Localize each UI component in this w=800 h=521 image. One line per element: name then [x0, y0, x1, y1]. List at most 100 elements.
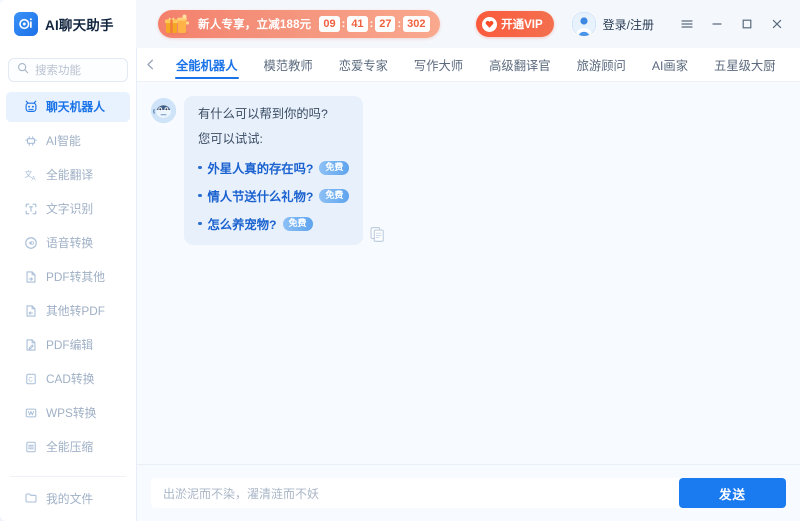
suggestion-list: 外星人真的存在吗? 免费 情人节送什么礼物? 免费 怎么养宠物? 免费 [198, 159, 350, 233]
sidebar-item-label: AI智能 [46, 134, 81, 149]
app-window: AI聊天助手 新人专享，立减188元 09: 41: 27: 302 开通… [0, 0, 800, 521]
minimize-icon[interactable] [704, 11, 730, 37]
tab-label: 模范教师 [263, 58, 313, 73]
tabs: 全能机器人 模范教师 恋爱专家 写作大师 高级翻译官 旅游顾问 AI画家 五星级… [163, 48, 800, 81]
close-icon[interactable] [764, 11, 790, 37]
tab-model-teacher[interactable]: 模范教师 [251, 48, 326, 81]
gift-box-icon [162, 10, 192, 36]
message-line-2: 您可以试试: [198, 132, 263, 147]
tab-writing-master[interactable]: 写作大师 [401, 48, 476, 81]
message-input-placeholder: 出淤泥而不染，濯清涟而不妖 [163, 486, 320, 501]
pdf-out-icon [23, 269, 38, 284]
suggestion-item[interactable]: 外星人真的存在吗? 免费 [198, 159, 350, 177]
account-label: 登录/注册 [602, 17, 654, 32]
open-vip-label: 开通VIP [501, 19, 543, 31]
tab-ai-drawing[interactable]: AI绘 [789, 48, 800, 81]
sidebar-item-translate[interactable]: 文 A 全能翻译 [6, 160, 130, 190]
sidebar-item-label: 语音转换 [46, 236, 94, 251]
sidebar-item-label: 全能压缩 [46, 440, 94, 455]
sidebar: 搜索功能 聊天机器人 AI智能 文 A 全能翻译 文字识别 语音转换 PDF转其… [0, 48, 136, 521]
ocr-scan-icon [23, 201, 38, 216]
chat-area: 有什么可以帮到你的吗? 您可以试试: 外星人真的存在吗? 免费 情人节送什么礼物… [137, 82, 800, 464]
sidebar-item-other-to-pdf[interactable]: 其他转PDF [6, 296, 130, 326]
countdown-sep-3: : [397, 18, 402, 30]
sidebar-item-label: PDF编辑 [46, 338, 94, 353]
sidebar-item-my-files[interactable]: 我的文件 [6, 483, 130, 513]
tab-label: 写作大师 [413, 58, 464, 73]
message-row: 有什么可以帮到你的吗? 您可以试试: 外星人真的存在吗? 免费 情人节送什么礼物… [151, 96, 800, 245]
sidebar-item-chatbot[interactable]: 聊天机器人 [6, 91, 130, 122]
sidebar-item-label: 文字识别 [46, 202, 94, 217]
sidebar-item-label: CAD转换 [46, 372, 95, 387]
translate-icon: 文 A [23, 167, 38, 182]
tab-label: 高级翻译官 [489, 58, 551, 73]
sidebar-item-life-recognition[interactable]: 生活识别 [6, 466, 130, 470]
search-input[interactable]: 搜索功能 [8, 58, 128, 82]
sidebar-item-ai[interactable]: AI智能 [6, 126, 130, 156]
suggestion-label: 怎么养宠物? [207, 217, 277, 232]
tab-label: 全能机器人 [176, 58, 238, 73]
sidebar-item-ocr[interactable]: 文字识别 [6, 194, 130, 224]
chevron-left-icon[interactable] [137, 48, 163, 81]
tab-bar: 全能机器人 模范教师 恋爱专家 写作大师 高级翻译官 旅游顾问 AI画家 五星级… [137, 48, 800, 82]
suggestion-item[interactable]: 怎么养宠物? 免费 [198, 215, 349, 233]
brand: AI聊天助手 [0, 0, 136, 48]
suggestion-item[interactable]: 情人节送什么礼物? 免费 [198, 187, 350, 205]
free-badge: 免费 [319, 160, 350, 175]
sidebar-divider [10, 476, 126, 477]
sidebar-nav: 聊天机器人 AI智能 文 A 全能翻译 文字识别 语音转换 PDF转其他 其他转… [0, 91, 136, 470]
menu-icon[interactable] [674, 11, 700, 37]
sidebar-item-label: 全能翻译 [46, 168, 94, 183]
suggestion-label: 情人节送什么礼物? [207, 189, 314, 204]
voice-icon [23, 235, 38, 250]
free-badge: 免费 [282, 216, 313, 231]
ai-chip-icon [23, 133, 38, 148]
countdown-sep-2: : [369, 18, 374, 30]
bullet-dot-icon [198, 221, 202, 226]
heart-diamond-icon [482, 16, 498, 32]
countdown-millis: 302 [403, 15, 430, 33]
tab-universal-robot[interactable]: 全能机器人 [163, 48, 251, 81]
countdown-hours: 09 [319, 15, 340, 33]
sidebar-item-label: WPS转换 [46, 406, 97, 421]
copy-document-icon[interactable] [369, 226, 386, 243]
countdown-seconds: 27 [375, 15, 396, 33]
tab-ai-painter[interactable]: AI画家 [639, 48, 701, 81]
promo-banner[interactable]: 新人专享，立减188元 09 : 41 : 27 : 302 [158, 10, 440, 38]
tab-label: 旅游顾问 [576, 58, 626, 73]
tab-travel-advisor[interactable]: 旅游顾问 [564, 48, 639, 81]
message-input[interactable]: 出淤泥而不染，濯清涟而不妖 [151, 478, 679, 508]
send-button[interactable]: 发送 [679, 478, 786, 508]
sidebar-item-wps[interactable]: WPS转换 [6, 398, 130, 428]
tab-label: 恋爱专家 [338, 58, 388, 73]
countdown-sep-1: : [341, 18, 346, 30]
window-controls [674, 11, 790, 37]
sidebar-item-voice[interactable]: 语音转换 [6, 228, 130, 258]
user-avatar-icon [571, 12, 596, 36]
sidebar-item-cad[interactable]: C CAD转换 [6, 364, 130, 394]
main-panel: 全能机器人 模范教师 恋爱专家 写作大师 高级翻译官 旅游顾问 AI画家 五星级… [136, 48, 800, 521]
tab-label: AI画家 [651, 58, 689, 73]
folder-icon [23, 491, 38, 506]
account-button[interactable]: 登录/注册 [571, 12, 654, 36]
body: 搜索功能 聊天机器人 AI智能 文 A 全能翻译 文字识别 语音转换 PDF转其… [0, 48, 800, 521]
message-line-1: 有什么可以帮到你的吗? [198, 107, 328, 121]
input-bar: 出淤泥而不染，濯清涟而不妖 发送 [137, 464, 800, 521]
tab-senior-translator[interactable]: 高级翻译官 [476, 48, 564, 81]
sidebar-item-compress[interactable]: 全能压缩 [6, 432, 130, 462]
bullet-dot-icon [198, 193, 202, 198]
tab-love-expert[interactable]: 恋爱专家 [326, 48, 401, 81]
robot-icon [23, 99, 38, 114]
wps-icon [23, 405, 38, 420]
open-vip-button[interactable]: 开通VIP [476, 11, 554, 37]
tab-five-star-chef[interactable]: 五星级大厨 [701, 48, 789, 81]
maximize-icon[interactable] [734, 11, 760, 37]
sidebar-item-pdf-edit[interactable]: PDF编辑 [6, 330, 130, 360]
sidebar-item-pdf-to-other[interactable]: PDF转其他 [6, 262, 130, 292]
sidebar-item-label: 其他转PDF [46, 304, 105, 319]
compress-icon [23, 439, 38, 454]
search-icon [17, 61, 29, 79]
robot-avatar-icon [151, 98, 176, 123]
cad-icon: C [23, 371, 38, 386]
brand-name: AI聊天助手 [45, 18, 114, 33]
